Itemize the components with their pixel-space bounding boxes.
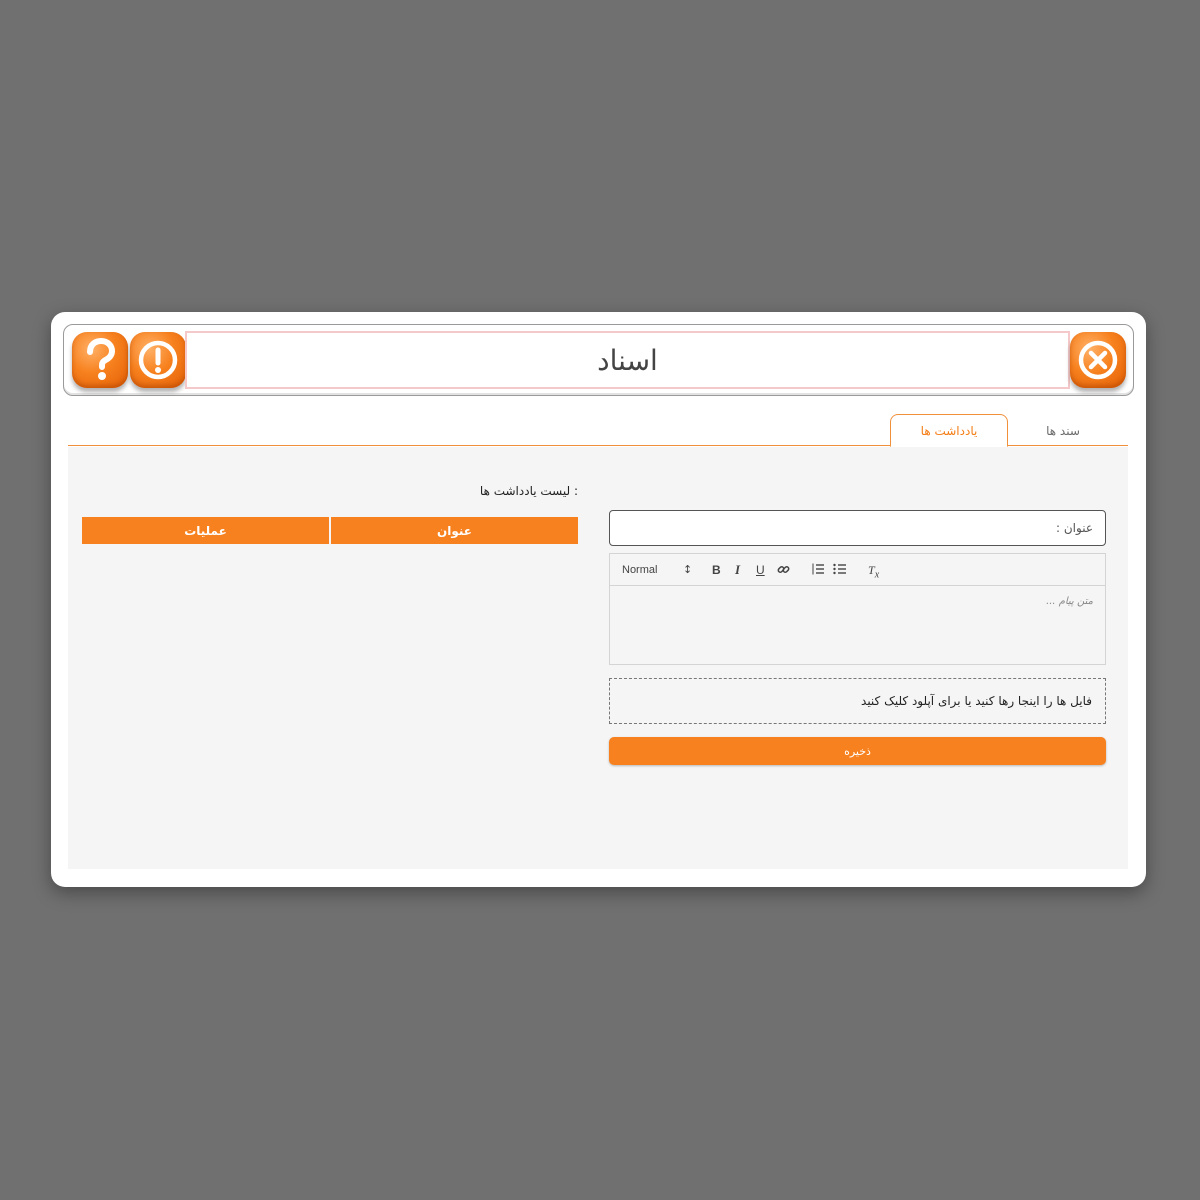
- save-button[interactable]: ذخیره: [609, 737, 1106, 765]
- select-arrows-icon[interactable]: ↕: [683, 562, 692, 578]
- tab-notes[interactable]: یادداشت ها: [890, 414, 1008, 447]
- notes-list-title: لیست یادداشت ها :: [479, 484, 578, 498]
- close-button[interactable]: [1070, 332, 1126, 388]
- title-box: اسناد: [185, 331, 1070, 389]
- question-mark-icon: [87, 338, 116, 380]
- bold-icon[interactable]: B: [712, 562, 721, 578]
- note-title-input[interactable]: [609, 510, 1106, 546]
- editor-toolbar: Normal ↕ B I U Tx: [610, 554, 1105, 586]
- ordered-list-icon[interactable]: [811, 563, 825, 580]
- bullet-list-icon[interactable]: [833, 563, 847, 580]
- notes-panel: لیست یادداشت ها : عملیات عنوان Normal ↕ …: [68, 447, 1128, 869]
- rich-text-editor: Normal ↕ B I U Tx متن پیام ...: [609, 553, 1106, 665]
- help-button[interactable]: [72, 332, 128, 388]
- underline-icon[interactable]: U: [756, 562, 765, 578]
- tab-documents[interactable]: سند ها: [1023, 414, 1103, 447]
- editor-body[interactable]: متن پیام ...: [610, 586, 1105, 617]
- tab-bar: یادداشت ها سند ها: [68, 412, 1128, 447]
- notes-table-header: عملیات عنوان: [82, 517, 578, 544]
- clear-format-icon[interactable]: Tx: [868, 562, 879, 583]
- column-header-title: عنوان: [331, 517, 578, 544]
- italic-icon[interactable]: I: [735, 562, 740, 578]
- title-bar: اسناد: [63, 324, 1134, 396]
- info-button[interactable]: [130, 332, 186, 388]
- column-header-actions: عملیات: [82, 517, 329, 544]
- link-icon[interactable]: [777, 563, 790, 581]
- document-dialog: اسناد یادداشت ها سند ها لیست یادداشت ها …: [51, 312, 1146, 887]
- format-select[interactable]: Normal: [622, 562, 657, 578]
- close-x-icon: [1078, 340, 1118, 380]
- file-dropzone[interactable]: فایل ها را اینجا رها کنید یا برای آپلود …: [609, 678, 1106, 724]
- exclamation-icon: [138, 340, 178, 380]
- window-title: اسناد: [597, 343, 658, 377]
